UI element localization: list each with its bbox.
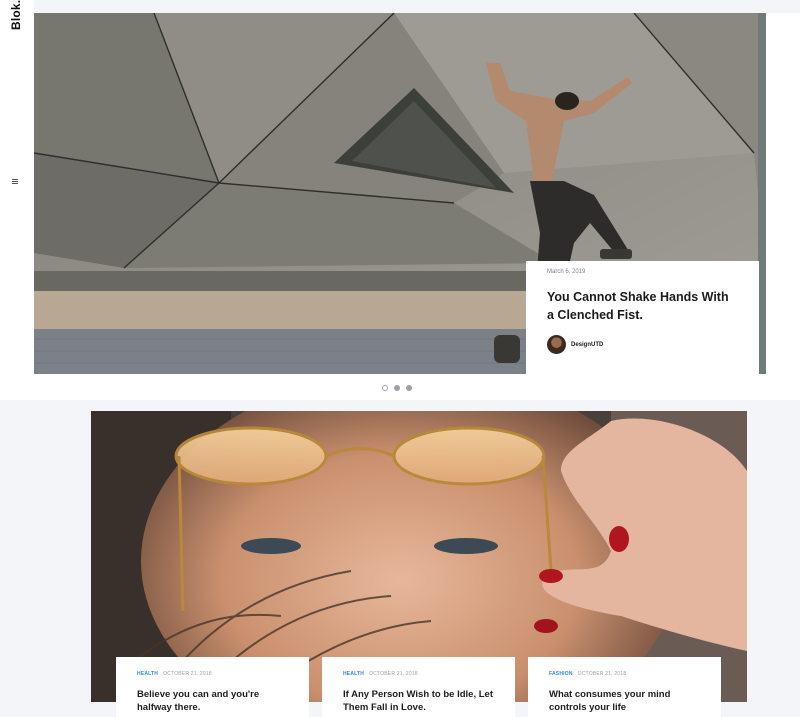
- post-category[interactable]: FASHION: [549, 671, 573, 677]
- post-card[interactable]: HEALTH OCTOBER 21, 2018 Believe you can a…: [116, 657, 309, 717]
- hero-post-date: March 6, 2019: [547, 269, 586, 275]
- hamburger-icon[interactable]: [10, 177, 24, 187]
- site-logo[interactable]: Blok.: [9, 0, 23, 30]
- post-meta: FASHION OCTOBER 21, 2018: [549, 671, 700, 677]
- hero-section: March 6, 2019 You Cannot Shake Hands Wit…: [34, 0, 800, 400]
- slider-dot-1[interactable]: [382, 385, 388, 391]
- post-card[interactable]: HEALTH OCTOBER 21, 2018 If Any Person Wis…: [322, 657, 515, 717]
- slider-dot-3[interactable]: [406, 385, 412, 391]
- post-title[interactable]: Believe you can and you're halfway there…: [137, 688, 288, 714]
- post-category[interactable]: HEALTH: [343, 671, 364, 677]
- avatar: [547, 335, 566, 354]
- hero-post-card: March 6, 2019 You Cannot Shake Hands Wit…: [526, 261, 759, 374]
- hero-post-title[interactable]: You Cannot Shake Hands With a Clenched F…: [547, 288, 738, 324]
- post-date: OCTOBER 21, 2018: [163, 671, 212, 677]
- post-card[interactable]: FASHION OCTOBER 21, 2018 What consumes yo…: [528, 657, 721, 717]
- author-name: DesignUTD: [571, 341, 604, 348]
- post-meta: HEALTH OCTOBER 21, 2018: [343, 671, 494, 677]
- post-date: OCTOBER 21, 2018: [577, 671, 627, 677]
- hero-top-strip: [34, 0, 800, 13]
- post-date: OCTOBER 21, 2018: [369, 671, 418, 677]
- post-title[interactable]: If Any Person Wish to be Idle, Let Them …: [343, 688, 494, 714]
- slider-dot-2[interactable]: [394, 385, 400, 391]
- slider-dots: [382, 385, 412, 391]
- author-link[interactable]: DesignUTD: [547, 335, 738, 354]
- post-meta: HEALTH OCTOBER 21, 2018: [137, 671, 288, 677]
- post-title[interactable]: What consumes your mind controls your li…: [549, 688, 700, 714]
- sidebar: Blok.: [0, 0, 34, 400]
- post-category[interactable]: HEALTH: [137, 671, 158, 677]
